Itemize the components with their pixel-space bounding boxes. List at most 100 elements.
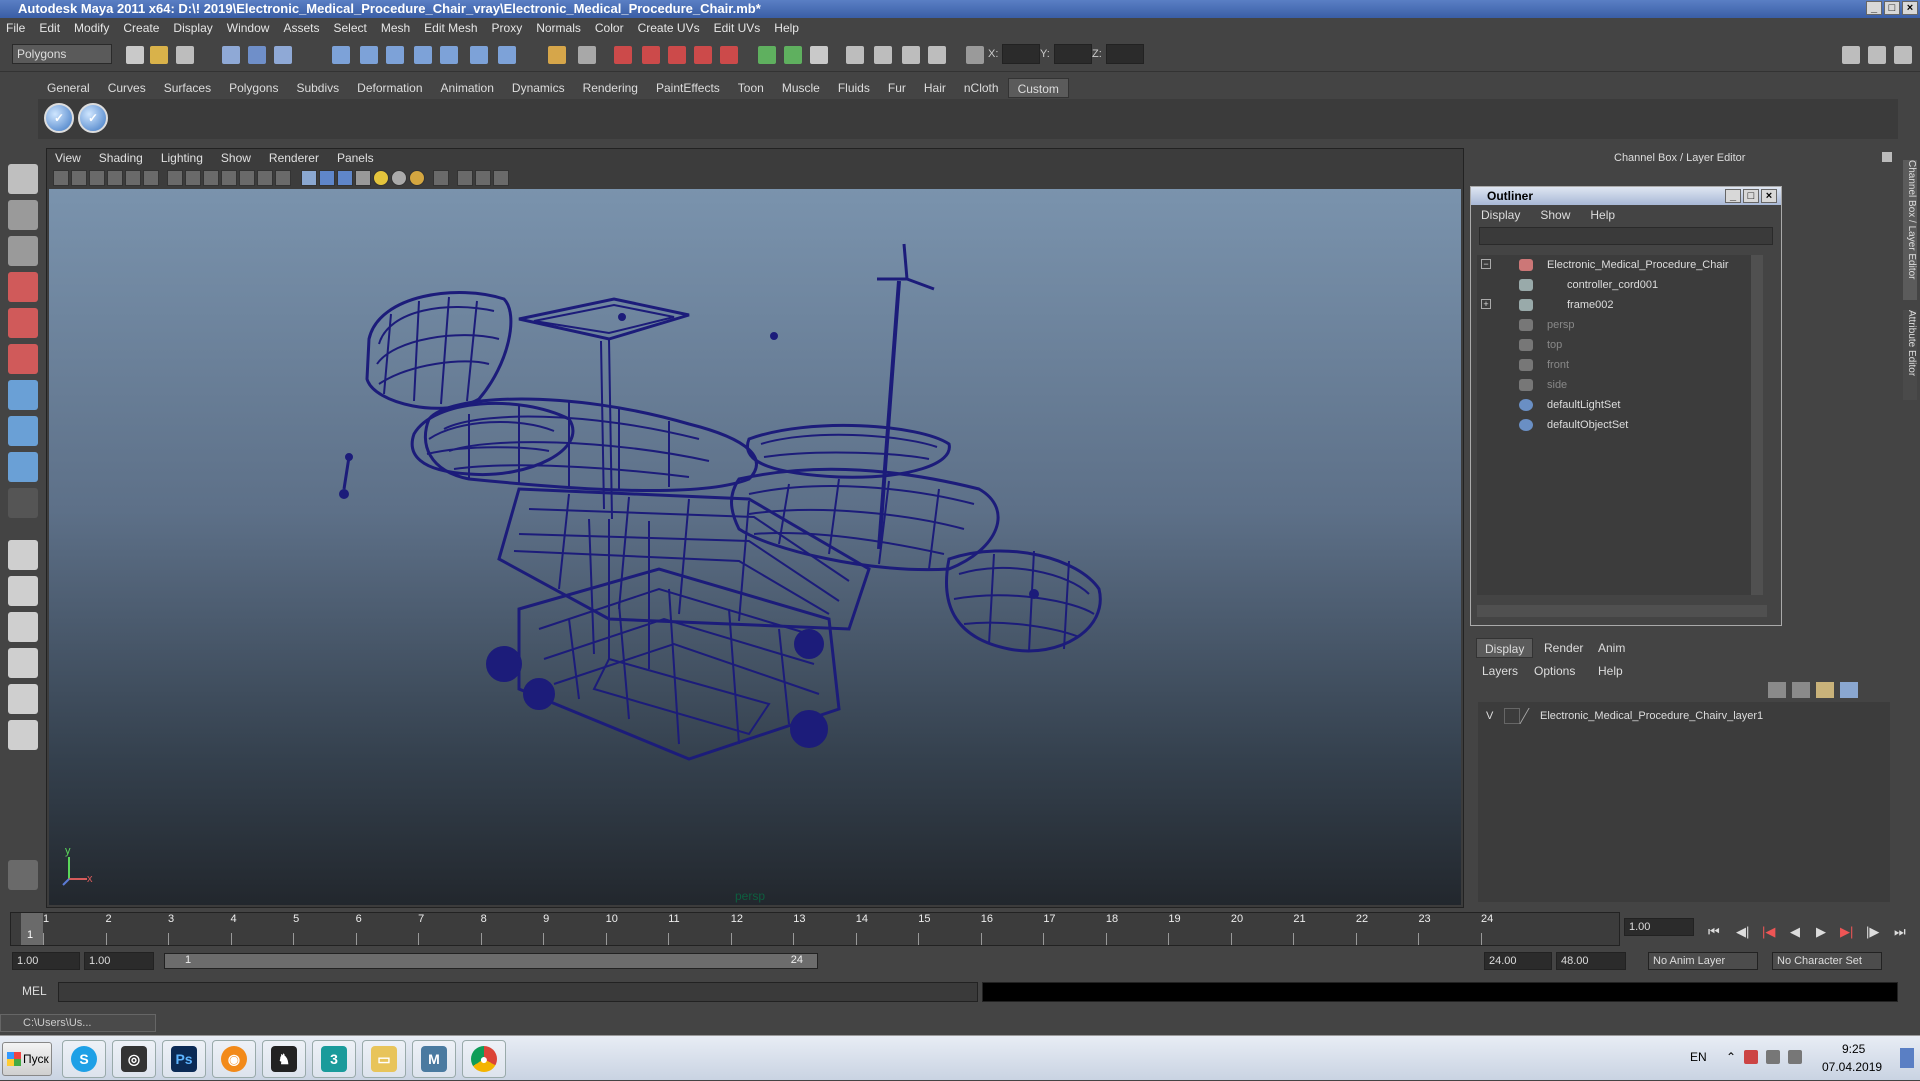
film-gate-icon[interactable] <box>143 170 159 186</box>
new-layer-selected-icon[interactable] <box>1792 682 1810 698</box>
menu-edit-mesh[interactable]: Edit Mesh <box>424 21 477 35</box>
menu-select[interactable]: Select <box>333 21 366 35</box>
maximize-button[interactable]: □ <box>1884 1 1900 15</box>
layer-color-swatch[interactable] <box>1519 708 1541 724</box>
viewport-menu-renderer[interactable]: Renderer <box>269 149 319 167</box>
minimized-window[interactable]: C:\Users\Us... <box>0 1014 156 1032</box>
bookmark-icon[interactable] <box>89 170 105 186</box>
shelf-tab-ncloth[interactable]: nCloth <box>955 78 1008 98</box>
image-plane-icon[interactable] <box>107 170 123 186</box>
snap-to-grid-icon[interactable] <box>332 46 350 64</box>
selected-lights-icon[interactable] <box>409 170 425 186</box>
layer-visibility-toggle[interactable]: V <box>1486 706 1493 726</box>
hypershade-persp-layout-icon[interactable] <box>8 684 38 714</box>
isolate-select-icon[interactable] <box>275 170 291 186</box>
taskbar-app-photoshop[interactable]: Ps <box>162 1040 206 1078</box>
cube-shaded-icon[interactable] <box>319 170 335 186</box>
clock-date[interactable]: 07.04.2019 <box>1822 1060 1882 1074</box>
history-icon[interactable] <box>470 46 488 64</box>
menu-assets[interactable]: Assets <box>283 21 319 35</box>
viewport-menu-view[interactable]: View <box>55 149 81 167</box>
snap-to-plane-icon[interactable] <box>414 46 432 64</box>
go-to-start-icon[interactable]: ⏮ <box>1708 924 1720 940</box>
show-desktop-button[interactable] <box>1900 1048 1914 1068</box>
layer-add-icon[interactable] <box>1840 682 1858 698</box>
shelf-tab-curves[interactable]: Curves <box>99 78 155 98</box>
volume-icon[interactable] <box>1788 1050 1802 1064</box>
menu-create-uvs[interactable]: Create UVs <box>638 21 700 35</box>
outliner-item[interactable]: side <box>1477 375 1757 395</box>
shelf-tab-painteffects[interactable]: PaintEffects <box>647 78 729 98</box>
taskbar-app-maya-launcher[interactable]: ◎ <box>112 1040 156 1078</box>
snap-to-curve-icon[interactable] <box>360 46 378 64</box>
grid-icon[interactable] <box>125 170 141 186</box>
save-scene-icon[interactable] <box>176 46 194 64</box>
shelf-tab-toon[interactable]: Toon <box>729 78 773 98</box>
outliner-item[interactable]: front <box>1477 355 1757 375</box>
layer-tab-display[interactable]: Display <box>1476 638 1534 658</box>
outliner-item[interactable]: defaultLightSet <box>1477 395 1757 415</box>
shelf-tab-fur[interactable]: Fur <box>879 78 915 98</box>
taskbar-app-3ds-max[interactable]: 3 <box>312 1040 356 1078</box>
layer-menu-layers[interactable]: Layers <box>1482 664 1518 678</box>
magnet-icon[interactable] <box>614 46 632 64</box>
outliner-vertical-scrollbar[interactable] <box>1751 255 1763 595</box>
menu-color[interactable]: Color <box>595 21 624 35</box>
range-slider[interactable]: 1 24 <box>164 953 818 969</box>
network-icon[interactable] <box>1766 1050 1780 1064</box>
help-line-icon[interactable] <box>498 46 516 64</box>
graph-editor-icon[interactable] <box>902 46 920 64</box>
show-manipulator-icon[interactable] <box>8 452 38 482</box>
shelf-tab-fluids[interactable]: Fluids <box>829 78 879 98</box>
step-back-frame-icon[interactable]: ◀| <box>1736 924 1749 940</box>
textured-icon[interactable] <box>203 170 219 186</box>
menu-window[interactable]: Window <box>227 21 270 35</box>
menu-help[interactable]: Help <box>774 21 799 35</box>
time-slider[interactable]: 1 1 2 3 4 5 6 7 8 9 10 11 12 13 14 15 16 17 18 19 20 21 22 23 2… <box>10 912 1620 946</box>
taskbar-app-inkscape[interactable]: ♞ <box>262 1040 306 1078</box>
network-warning-icon[interactable] <box>1744 1050 1758 1064</box>
hypershade-icon[interactable] <box>846 46 864 64</box>
y-coord-field[interactable] <box>1054 44 1092 64</box>
layer-tab-anim[interactable]: Anim <box>1590 638 1633 658</box>
lights-icon[interactable] <box>221 170 237 186</box>
mel-label[interactable]: MEL <box>22 984 47 998</box>
outliner-persp-layout-icon[interactable] <box>8 612 38 642</box>
outliner-item[interactable]: controller_cord001 <box>1477 275 1757 295</box>
outliner-menu-show[interactable]: Show <box>1540 205 1570 225</box>
select-tool-icon[interactable] <box>8 164 38 194</box>
start-time-field[interactable]: 1.00 <box>12 952 80 970</box>
viewport-menu-lighting[interactable]: Lighting <box>161 149 203 167</box>
new-layer-empty-icon[interactable] <box>1768 682 1786 698</box>
menu-normals[interactable]: Normals <box>536 21 581 35</box>
clock-time[interactable]: 9:25 <box>1842 1042 1865 1056</box>
quick-layout-icon[interactable] <box>928 46 946 64</box>
render-current-icon[interactable] <box>758 46 776 64</box>
taskbar-app-file-explorer[interactable]: ▭ <box>362 1040 406 1078</box>
select-by-component-icon[interactable] <box>274 46 292 64</box>
snap-to-point-icon[interactable] <box>386 46 404 64</box>
shelf-tab-deformation[interactable]: Deformation <box>348 78 431 98</box>
layer-menu-options[interactable]: Options <box>1534 664 1575 678</box>
menu-modify[interactable]: Modify <box>74 21 109 35</box>
outliner-horizontal-scrollbar[interactable] <box>1477 605 1767 617</box>
playback-end-field[interactable]: 24.00 <box>1484 952 1552 970</box>
start-button[interactable]: Пуск <box>2 1042 52 1076</box>
taskbar-app-maya[interactable]: M <box>412 1040 456 1078</box>
input-ops-icon[interactable] <box>578 46 596 64</box>
checkmark-shelf-icon[interactable]: ✓ <box>44 103 74 133</box>
resolution-gate-icon[interactable] <box>457 170 473 186</box>
step-back-key-icon[interactable]: |◀ <box>1762 924 1775 940</box>
layer-menu-help[interactable]: Help <box>1598 664 1623 678</box>
make-live-icon[interactable] <box>440 46 458 64</box>
shelf-tab-surfaces[interactable]: Surfaces <box>155 78 220 98</box>
step-forward-frame-icon[interactable]: |▶ <box>1866 924 1879 940</box>
render-view-icon[interactable] <box>874 46 892 64</box>
viewport-menu-panels[interactable]: Panels <box>337 149 374 167</box>
render-settings-icon[interactable] <box>810 46 828 64</box>
graph-persp-layout-icon[interactable] <box>8 648 38 678</box>
default-light-icon[interactable] <box>373 170 389 186</box>
xray-icon[interactable] <box>257 170 273 186</box>
anim-layer-dropdown[interactable]: No Anim Layer <box>1648 952 1758 970</box>
lasso-tool-icon[interactable] <box>8 200 38 230</box>
